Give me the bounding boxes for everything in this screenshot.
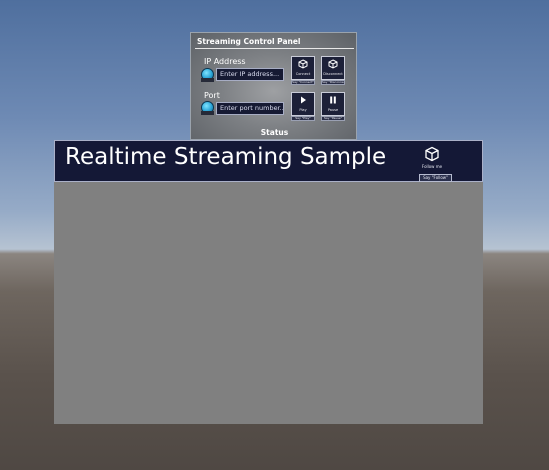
streaming-control-panel: Streaming Control Panel IP Address Enter…	[190, 32, 357, 140]
pause-voice-hint: Say "Pause"	[321, 116, 345, 121]
disconnect-voice-hint: Say "Disconnect"	[321, 80, 345, 85]
follow-me-label: Follow me	[421, 164, 443, 169]
ip-address-label: IP Address	[204, 57, 246, 66]
panel-title: Streaming Control Panel	[197, 37, 301, 46]
field-icon-base	[201, 78, 214, 82]
play-button[interactable]: Play	[291, 92, 315, 116]
pause-button[interactable]: Pause	[321, 92, 345, 116]
follow-voice-hint: Say "Follow"	[419, 174, 452, 182]
pause-label: Pause	[327, 108, 339, 112]
connect-voice-hint: Say "Connect"	[291, 80, 315, 85]
cube-icon	[292, 59, 314, 72]
connect-label: Connect	[295, 72, 311, 76]
cube-icon[interactable]	[424, 146, 440, 162]
field-icon-base	[201, 111, 214, 115]
disconnect-label: Disconnect	[323, 72, 343, 76]
panel-title-divider	[195, 48, 354, 49]
port-input[interactable]: Enter port number...	[216, 102, 284, 115]
ip-address-input[interactable]: Enter IP address...	[216, 68, 284, 81]
slate-title-bar[interactable]: Realtime Streaming Sample Follow me Say …	[54, 140, 483, 182]
status-label: Status	[260, 128, 289, 137]
play-voice-hint: Say "Play"	[291, 116, 315, 121]
cube-icon	[322, 59, 344, 72]
streaming-display-area	[54, 182, 483, 424]
slate-title: Realtime Streaming Sample	[65, 144, 387, 170]
play-icon	[292, 95, 314, 108]
port-label: Port	[204, 91, 220, 100]
disconnect-button[interactable]: Disconnect	[321, 56, 345, 80]
play-label: Play	[299, 108, 307, 112]
connect-button[interactable]: Connect	[291, 56, 315, 80]
pause-icon	[322, 95, 344, 108]
